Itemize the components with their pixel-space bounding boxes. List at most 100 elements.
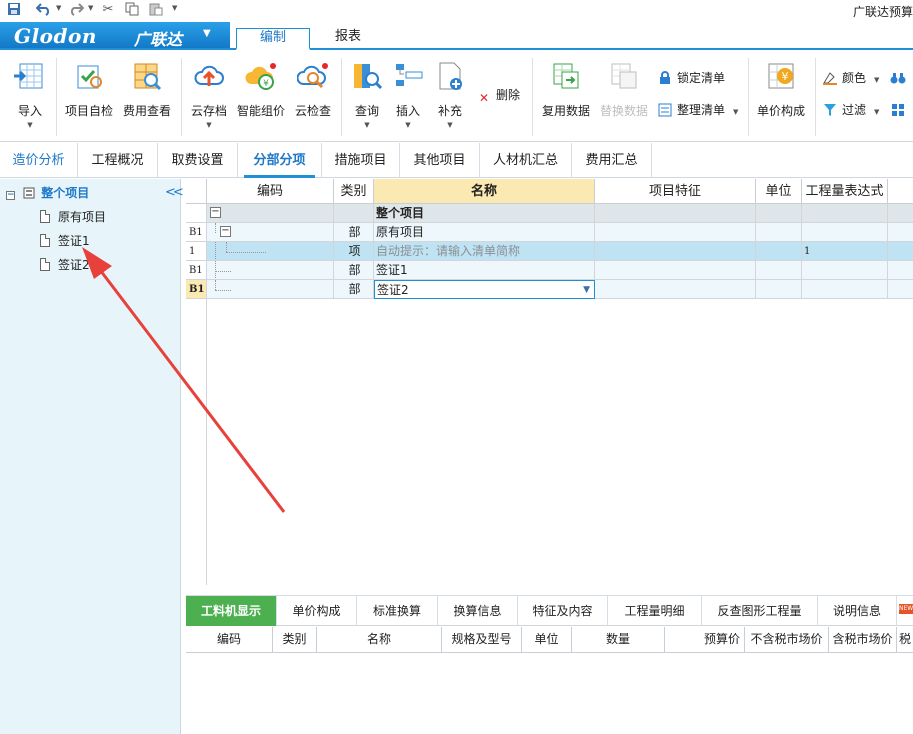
cell-feature[interactable]: [595, 223, 756, 242]
collapse-toggle-icon[interactable]: −: [220, 226, 231, 237]
tab-standard-conversion[interactable]: 标准换算: [357, 596, 438, 626]
tab-unit-price-composition[interactable]: 单价构成: [277, 596, 357, 626]
import-button[interactable]: 导入 ▼: [12, 60, 48, 129]
cell-type[interactable]: 部: [334, 280, 374, 299]
grid-header-name[interactable]: 名称: [374, 179, 595, 204]
tab-labor-material-summary[interactable]: 人材机汇总: [480, 143, 572, 178]
organize-list-button[interactable]: 整理清单 ▼: [657, 100, 738, 120]
smart-price-button[interactable]: ¥ 智能组价: [237, 60, 285, 119]
tree-item-visa2[interactable]: 签证2: [40, 255, 90, 275]
undo-icon[interactable]: [35, 2, 52, 18]
copy-icon[interactable]: [124, 2, 140, 18]
cloud-check-button[interactable]: 云检查: [294, 60, 332, 119]
save-icon[interactable]: [6, 2, 22, 18]
tab-fee-summary[interactable]: 费用汇总: [572, 143, 652, 178]
cell-quantity-expr[interactable]: [802, 223, 888, 242]
paste-icon[interactable]: [148, 2, 164, 18]
color-dropdown-icon[interactable]: ▼: [874, 76, 879, 84]
cell-quantity-expr[interactable]: [802, 261, 888, 280]
cell-unit[interactable]: [756, 261, 802, 280]
logo-dropdown-icon[interactable]: ▼: [203, 28, 211, 39]
supplement-button[interactable]: 补充 ▼: [434, 60, 466, 129]
tab-features-content[interactable]: 特征及内容: [518, 596, 608, 626]
ribbon-tab-report[interactable]: 报表: [318, 28, 378, 48]
grid-header-feature[interactable]: 项目特征: [595, 179, 756, 204]
redo-dropdown-icon[interactable]: ▼: [88, 4, 93, 12]
query-dropdown-icon[interactable]: ▼: [350, 121, 384, 129]
col-spec[interactable]: 规格及型号: [442, 627, 522, 652]
cell-unit[interactable]: [756, 242, 802, 261]
tab-measures[interactable]: 措施项目: [322, 143, 400, 178]
supplement-dropdown-icon[interactable]: ▼: [434, 121, 466, 129]
col-quantity[interactable]: 数量: [572, 627, 665, 652]
cell-name[interactable]: 整个项目: [374, 204, 595, 223]
cell-code[interactable]: −: [207, 204, 334, 223]
tab-fee-settings[interactable]: 取费设置: [158, 143, 238, 178]
collapse-toggle-icon[interactable]: −: [210, 207, 221, 218]
dropdown-arrow-icon[interactable]: ▼: [583, 281, 590, 298]
row-number[interactable]: B1: [186, 261, 207, 280]
grid-header-type[interactable]: 类别: [334, 179, 374, 204]
col-code[interactable]: 编码: [186, 627, 273, 652]
tab-cost-analysis[interactable]: 造价分析: [0, 143, 78, 178]
row-number[interactable]: [186, 204, 207, 223]
col-name[interactable]: 名称: [317, 627, 442, 652]
app-logo[interactable]: Glodon 广联达 ▼: [0, 22, 230, 49]
ribbon-tab-edit[interactable]: 编制: [236, 28, 310, 50]
collapse-panel-icon[interactable]: <<: [165, 185, 184, 200]
cell-unit[interactable]: [756, 204, 802, 223]
col-type[interactable]: 类别: [273, 627, 317, 652]
organize-list-dropdown-icon[interactable]: ▼: [733, 108, 738, 116]
cell-code[interactable]: [207, 280, 334, 299]
row-number[interactable]: 1: [186, 242, 207, 261]
cell-feature[interactable]: [595, 242, 756, 261]
grid-header-quantity-expr[interactable]: 工程量表达式: [802, 179, 888, 204]
cell-feature[interactable]: [595, 204, 756, 223]
cell-type[interactable]: 部: [334, 261, 374, 280]
insert-button[interactable]: 插入 ▼: [392, 60, 424, 129]
redo-icon[interactable]: [68, 2, 85, 18]
cell-type[interactable]: 部: [334, 223, 374, 242]
reuse-data-button[interactable]: 复用数据: [541, 60, 591, 119]
cell-unit[interactable]: [756, 223, 802, 242]
delete-button[interactable]: ✕ 删除: [476, 85, 520, 105]
cell-name[interactable]: 签证1: [374, 261, 595, 280]
cell-name-editor[interactable]: 签证2 ▼: [374, 280, 595, 299]
grid-header-unit[interactable]: 单位: [756, 179, 802, 204]
cell-unit[interactable]: [756, 280, 802, 299]
cell-quantity-expr[interactable]: [802, 204, 888, 223]
cell-quantity-expr[interactable]: [802, 280, 888, 299]
import-dropdown-icon[interactable]: ▼: [12, 121, 48, 129]
tree-item-visa1[interactable]: 签证1: [40, 231, 90, 251]
cost-view-button[interactable]: 费用查看: [122, 60, 172, 119]
self-check-button[interactable]: 项目自检: [64, 60, 114, 119]
filter-button[interactable]: 过滤 ▼: [822, 100, 879, 120]
tab-sub-items[interactable]: 分部分项: [238, 143, 322, 178]
replace-data-button[interactable]: 替换数据: [599, 60, 649, 119]
color-button[interactable]: 颜色 ▼: [822, 68, 879, 88]
col-budget-price[interactable]: 预算价: [665, 627, 745, 652]
cell-feature[interactable]: [595, 280, 756, 299]
cell-code[interactable]: [207, 242, 334, 261]
tab-labor-material-display[interactable]: 工料机显示: [186, 596, 277, 626]
grid-corner[interactable]: [186, 179, 207, 204]
cut-icon[interactable]: ✂: [100, 2, 116, 18]
col-market-price-excl-tax[interactable]: 不含税市场价: [745, 627, 829, 652]
cell-code[interactable]: [207, 261, 334, 280]
col-tax-partial[interactable]: 税: [897, 627, 913, 652]
tab-project-overview[interactable]: 工程概况: [78, 143, 158, 178]
cell-type[interactable]: [334, 204, 374, 223]
row-number[interactable]: B1: [186, 280, 207, 299]
tree-item-original[interactable]: 原有项目: [40, 207, 106, 227]
unit-price-button[interactable]: ¥ 单价构成: [756, 60, 806, 119]
insert-dropdown-icon[interactable]: ▼: [392, 121, 424, 129]
cell-name[interactable]: 原有项目: [374, 223, 595, 242]
cloud-save-dropdown-icon[interactable]: ▼: [189, 121, 229, 129]
collapse-toggle-icon[interactable]: −: [6, 191, 15, 200]
find-button-partial[interactable]: [890, 68, 913, 88]
lock-list-button[interactable]: 锁定清单: [657, 68, 725, 88]
col-market-price-incl-tax[interactable]: 含税市场价: [829, 627, 897, 652]
cell-feature[interactable]: [595, 261, 756, 280]
row-number[interactable]: B1: [186, 223, 207, 242]
col-unit[interactable]: 单位: [522, 627, 572, 652]
